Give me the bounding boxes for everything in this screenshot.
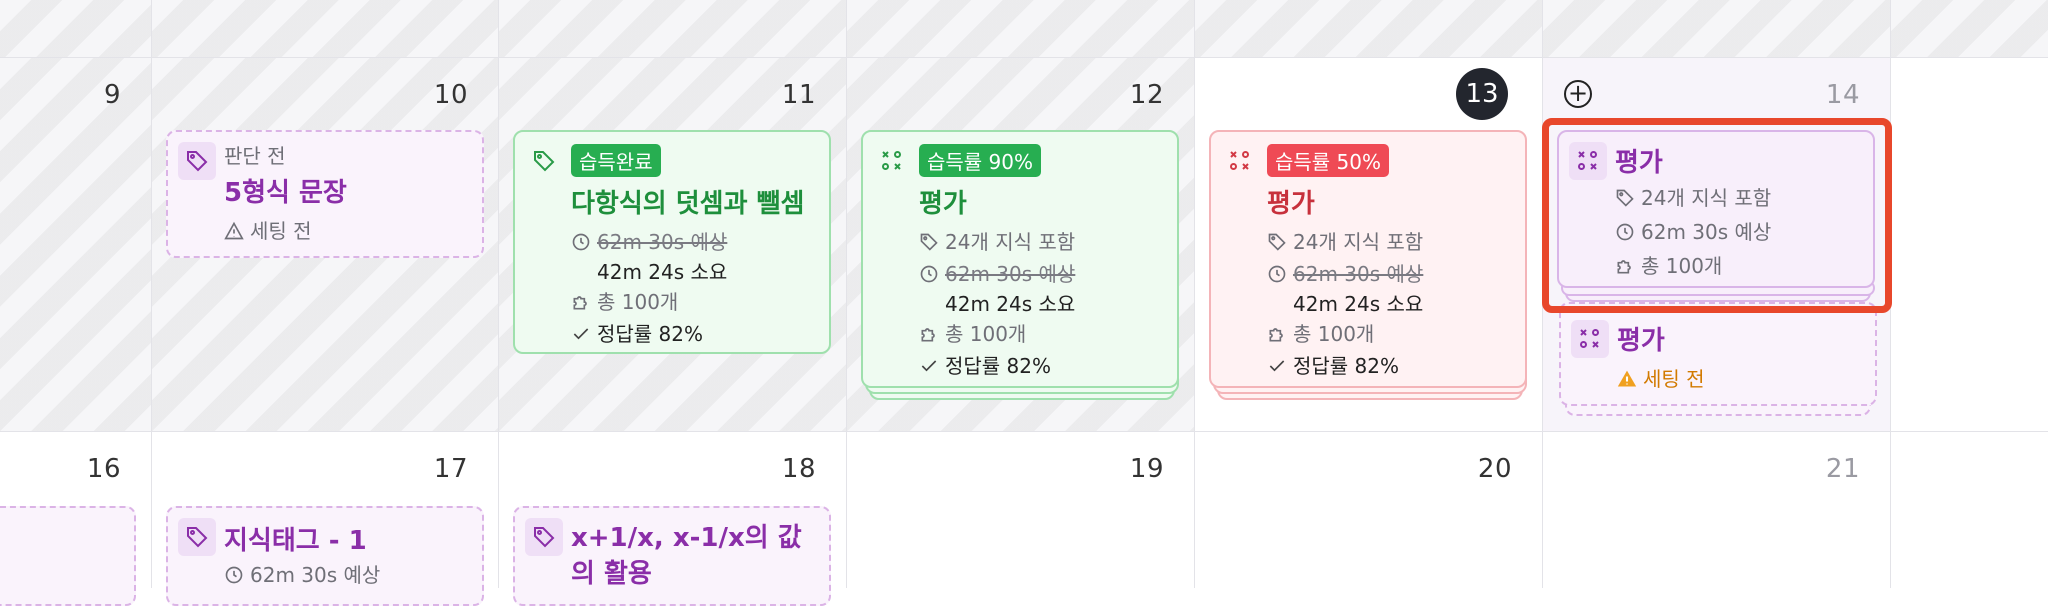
calendar-cell xyxy=(1891,432,2048,588)
knowledge-count: 24개 지식 포함 xyxy=(919,226,1165,258)
event-card-evaluation[interactable]: 습득률 50% 평가 24개 지식 포함 62m 30s 예상 42m 24s … xyxy=(1209,130,1527,388)
setting-status: 세팅 전 xyxy=(1617,363,1863,395)
event-title: 다항식의 덧셈과 뺄셈 xyxy=(571,189,805,219)
calendar-cell-21[interactable]: 21 xyxy=(1543,432,1891,588)
calendar-prev-week-row xyxy=(0,0,2048,58)
clock-icon xyxy=(1267,264,1293,284)
total-count: 총 100개 xyxy=(571,286,817,318)
event-title: x+1/x, x-1/x의 값의 활용 xyxy=(571,523,802,589)
day-number: 21 xyxy=(1825,454,1860,484)
event-card-knowledge-tag[interactable]: x+1/x, x-1/x의 값의 활용 xyxy=(513,506,831,606)
calendar-cell-19[interactable]: 19 xyxy=(847,432,1195,588)
day-number: 11 xyxy=(781,80,816,110)
day-number: 20 xyxy=(1477,454,1512,484)
clock-icon xyxy=(224,565,250,585)
puzzle-icon xyxy=(919,324,945,344)
calendar-cell-20[interactable]: 20 xyxy=(1195,432,1543,588)
event-card-evaluation[interactable]: 습득률 90% 평가 24개 지식 포함 62m 30s 예상 42m 24s … xyxy=(861,130,1179,388)
tag-icon xyxy=(919,232,945,252)
spent-time: 42m 24s 소요 xyxy=(1293,292,1424,316)
add-circle-icon: + xyxy=(1567,79,1589,107)
spent-time: 42m 24s 소요 xyxy=(945,292,1076,316)
day-number: 17 xyxy=(433,454,468,484)
calendar-cell xyxy=(499,0,847,58)
event-title: 평가 xyxy=(1267,189,1315,219)
event-title: 지식태그 - 1 xyxy=(224,526,367,556)
spent-time: 42m 24s 소요 xyxy=(597,260,728,284)
evaluation-icon xyxy=(873,142,911,180)
event-title: 평가 xyxy=(1617,326,1665,356)
event-card-partial[interactable] xyxy=(0,506,136,606)
total-count: 총 100개 xyxy=(919,318,1165,350)
puzzle-icon xyxy=(571,292,597,312)
evaluation-icon xyxy=(1571,320,1609,358)
event-card-evaluation-pending[interactable]: 평가 세팅 전 xyxy=(1559,302,1877,406)
calendar-cell xyxy=(0,0,152,58)
progress-badge: 습득률 50% xyxy=(1267,144,1390,177)
accuracy: 정답률 82% xyxy=(571,318,817,350)
event-title: 5형식 문장 xyxy=(224,178,347,208)
clock-icon xyxy=(919,264,945,284)
today-badge: 13 xyxy=(1456,68,1508,120)
planned-time: 62m 30s 예상 xyxy=(571,226,817,258)
planned-time: 62m 30s 예상 xyxy=(1267,258,1513,290)
day-number: 19 xyxy=(1129,454,1164,484)
calendar-cell xyxy=(847,0,1195,58)
day-number: 18 xyxy=(781,454,816,484)
event-card-completed[interactable]: 습득완료 다항식의 덧셈과 뺄셈 62m 30s 예상 42m 24s 소요 총… xyxy=(513,130,831,354)
calendar-cell xyxy=(1195,0,1543,58)
day-number: 9 xyxy=(103,80,121,110)
day-number: 14 xyxy=(1825,80,1860,110)
calendar-cell xyxy=(152,0,499,58)
knowledge-count: 24개 지식 포함 xyxy=(1267,226,1513,258)
status-badge: 습득완료 xyxy=(571,144,661,177)
day-number: 10 xyxy=(433,80,468,110)
accuracy: 정답률 82% xyxy=(919,350,1165,382)
accuracy: 정답률 82% xyxy=(1267,350,1513,382)
calendar-cell-9[interactable]: 9 xyxy=(0,58,152,432)
warning-icon xyxy=(1617,369,1643,389)
event-card-knowledge-tag[interactable]: 지식태그 - 1 62m 30s 예상 xyxy=(166,506,484,606)
check-icon xyxy=(1267,356,1293,376)
setting-status: 세팅 전 xyxy=(224,215,470,247)
puzzle-icon xyxy=(1267,324,1293,344)
tag-icon xyxy=(178,518,216,556)
total-count: 총 100개 xyxy=(1267,318,1513,350)
selection-highlight xyxy=(1542,118,1892,313)
check-icon xyxy=(571,324,597,344)
calendar-cell xyxy=(1543,0,1891,58)
add-event-button[interactable]: + xyxy=(1564,80,1592,108)
tag-icon xyxy=(178,142,216,180)
evaluation-icon xyxy=(1221,142,1259,180)
tag-icon xyxy=(525,518,563,556)
status-label: 판단 전 xyxy=(224,144,286,168)
tag-icon xyxy=(1267,232,1293,252)
planned-time: 62m 30s 예상 xyxy=(919,258,1165,290)
warning-outline-icon xyxy=(224,221,250,241)
tag-icon xyxy=(525,142,563,180)
check-icon xyxy=(919,356,945,376)
event-title: 평가 xyxy=(919,189,967,219)
event-card-knowledge-tag[interactable]: 판단 전 5형식 문장 세팅 전 xyxy=(166,130,484,258)
day-number: 16 xyxy=(86,454,121,484)
progress-badge: 습득률 90% xyxy=(919,144,1042,177)
clock-icon xyxy=(571,232,597,252)
calendar-cell xyxy=(1891,0,2048,58)
calendar-cell xyxy=(1891,58,2048,432)
day-number: 12 xyxy=(1129,80,1164,110)
planned-time: 62m 30s 예상 xyxy=(224,559,470,591)
